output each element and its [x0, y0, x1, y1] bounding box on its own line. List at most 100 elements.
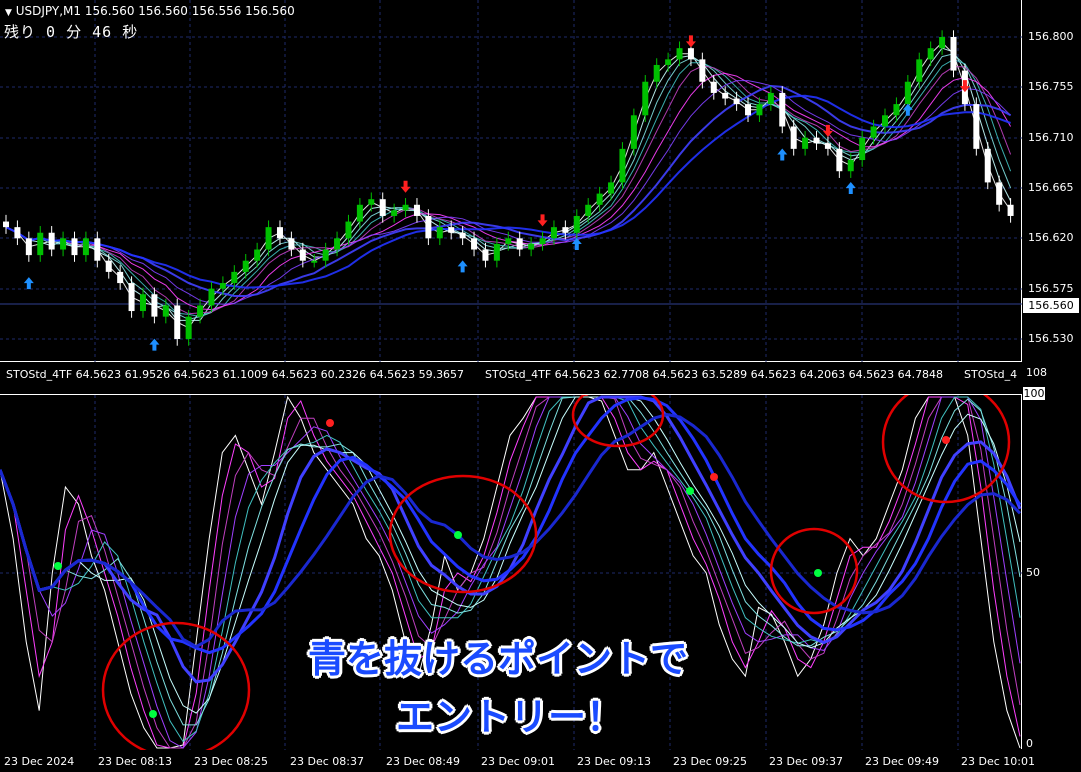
candle-body [425, 215, 432, 239]
sell-arrow-icon [685, 35, 696, 48]
candle-countdown: 残り 0 分 46 秒 [4, 23, 139, 41]
candle-body [128, 283, 135, 312]
time-label: 23 Dec 09:01 [481, 755, 555, 768]
time-label: 23 Dec 08:37 [290, 755, 364, 768]
oscillator-values-2: STOStd_4TF 64.5623 62.7708 64.5623 63.52… [485, 368, 944, 381]
annotation-line-2: エントリー！ [396, 695, 625, 739]
time-label: 23 Dec 2024 [4, 755, 75, 768]
candle-body [334, 238, 341, 250]
candle-body [391, 210, 398, 216]
price-chart-canvas[interactable] [0, 0, 1022, 362]
candle-body [596, 193, 603, 205]
time-label: 23 Dec 08:13 [98, 755, 172, 768]
candle-body [94, 238, 101, 261]
candle-body [676, 48, 683, 60]
osc-tick-0: 0 [1026, 737, 1033, 750]
candle-body [790, 126, 797, 149]
candle-body [516, 238, 523, 250]
candle-body [82, 238, 89, 256]
candle-body [733, 98, 740, 105]
candle-body [231, 271, 238, 284]
signal-dot [149, 710, 157, 718]
candle-body [870, 126, 877, 138]
ma-ribbon-line [5, 94, 1011, 289]
candle-body [265, 227, 272, 250]
ma-ribbon-line [5, 65, 1012, 315]
signal-dot [454, 531, 462, 539]
candle-body [288, 238, 295, 250]
candle-body [642, 81, 649, 116]
candle-body [311, 260, 318, 263]
buy-arrow-icon [777, 148, 788, 161]
candle-body [71, 238, 78, 256]
candle-body [60, 238, 67, 250]
candle-body [893, 104, 900, 116]
sell-arrow-icon [822, 124, 833, 137]
candle-body [345, 221, 352, 239]
time-label: 23 Dec 09:37 [769, 755, 843, 768]
candle-body [493, 243, 500, 261]
candle-body [379, 199, 386, 216]
current-price-label: 156.560 [1023, 298, 1079, 313]
ma-ribbon-line [5, 41, 1012, 329]
candle-body [174, 305, 181, 339]
candle-body [3, 221, 9, 228]
price-tick: 156.710 [1028, 131, 1074, 144]
candle-body [219, 283, 226, 289]
osc-tick-100: 100 [1023, 387, 1045, 400]
osc-tick-top: 108 [1026, 366, 1047, 379]
price-tick: 156.575 [1028, 282, 1074, 295]
price-tick: 156.800 [1028, 30, 1074, 43]
candle-body [1007, 204, 1014, 216]
candle-body [859, 137, 866, 161]
candle-body [185, 316, 192, 339]
candle-body [824, 143, 831, 149]
candle-body [973, 104, 980, 149]
candle-body [882, 115, 889, 127]
candle-body [368, 199, 375, 205]
ma-ribbon-line [5, 47, 1012, 321]
candle-body [813, 137, 820, 144]
candle-body [562, 227, 569, 233]
candle-body [630, 115, 637, 149]
candle-body [242, 260, 249, 272]
candle-body [836, 148, 843, 172]
collapse-triangle-icon[interactable]: ▼ [5, 8, 12, 18]
candle-body [756, 104, 763, 116]
time-label: 23 Dec 09:49 [865, 755, 939, 768]
signal-dot [54, 562, 62, 570]
candle-body [197, 305, 204, 317]
candle-body [608, 182, 615, 194]
candle-body [927, 48, 934, 60]
candle-body [471, 238, 478, 250]
candle-body [459, 232, 466, 239]
candle-body [482, 249, 489, 261]
candle-body [299, 249, 306, 261]
candle-body [25, 238, 32, 256]
sell-arrow-icon [400, 180, 411, 193]
candle-body [996, 182, 1003, 205]
candle-body [710, 81, 717, 93]
candle-body [619, 148, 626, 183]
chart-header: ▼ USDJPY,M1 156.560 156.560 156.556 156.… [5, 4, 295, 18]
price-tick: 156.755 [1028, 80, 1074, 93]
candle-body [687, 48, 694, 60]
candle-body [413, 204, 420, 216]
time-label: 23 Dec 09:13 [577, 755, 651, 768]
candle-body [276, 227, 283, 239]
candle-body [528, 243, 535, 250]
candle-body [984, 148, 991, 183]
ma-ribbon-line [5, 80, 1011, 305]
price-chart-pane[interactable] [0, 0, 1022, 362]
annotation-line-1: 青を抜けるポイントで [308, 637, 689, 681]
candle-body [139, 294, 146, 312]
time-label: 23 Dec 08:25 [194, 755, 268, 768]
osc-tick-50: 50 [1026, 566, 1040, 579]
candle-body [904, 81, 911, 105]
candle-body [916, 59, 923, 82]
ma-ribbon-line [5, 84, 1012, 297]
candle-body [573, 215, 580, 233]
ma-ribbon-line [5, 72, 1012, 311]
signal-dot [686, 487, 694, 495]
sell-arrow-icon [537, 214, 548, 227]
